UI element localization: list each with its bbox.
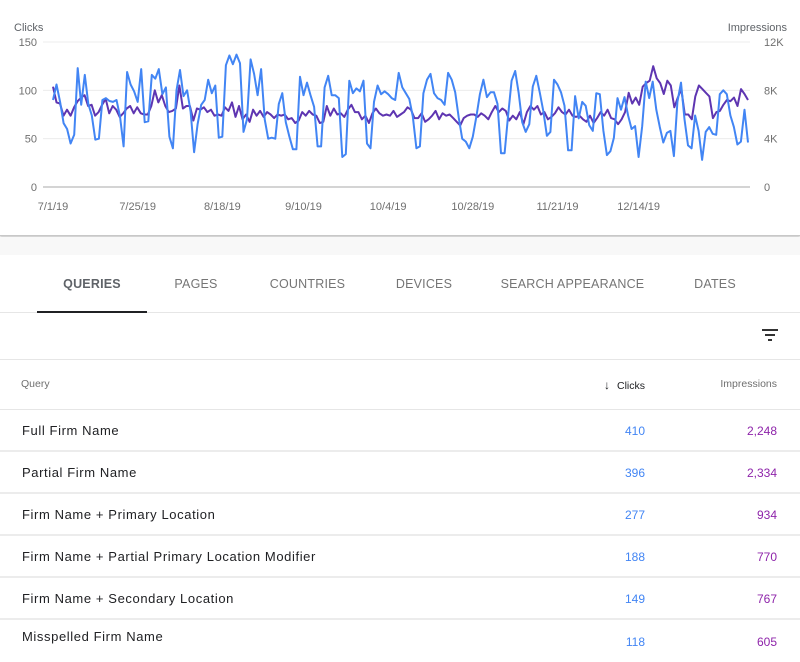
- x-axis-ticks: 7/1/19 7/25/19 8/18/19 9/10/19 10/4/19 1…: [38, 201, 660, 213]
- table-toolbar: [0, 313, 800, 360]
- table-row[interactable]: Misspelled Firm Name 118 605: [0, 620, 800, 662]
- left-axis-ticks: 0 50 100 150: [19, 37, 37, 194]
- left-tick: 0: [31, 182, 37, 194]
- tab-pages[interactable]: PAGES: [150, 255, 242, 313]
- impressions-cell: 2,334: [746, 466, 777, 480]
- tab-dates[interactable]: DATES: [670, 255, 760, 313]
- query-cell: Partial Firm Name: [22, 465, 137, 480]
- tab-queries[interactable]: QUERIES: [37, 255, 147, 313]
- left-tick: 50: [25, 134, 37, 146]
- x-tick: 10/4/19: [370, 201, 407, 213]
- table-row[interactable]: Firm Name + Primary Location 277 934: [0, 494, 800, 536]
- x-tick: 9/10/19: [285, 201, 322, 213]
- impressions-cell: 767: [756, 592, 777, 606]
- filter-button[interactable]: [760, 326, 782, 346]
- filter-list-icon: [762, 329, 778, 331]
- query-cell: Firm Name + Partial Primary Location Mod…: [22, 549, 316, 564]
- table-row[interactable]: Full Firm Name 410 2,248: [0, 410, 800, 452]
- query-cell: Misspelled Firm Name: [22, 629, 164, 644]
- clicks-cell: 149: [624, 592, 645, 606]
- query-cell: Full Firm Name: [22, 423, 120, 438]
- left-axis-title: Clicks: [14, 22, 44, 34]
- performance-chart[interactable]: Clicks Impressions 0 50 100 150 0 4K 8K …: [0, 0, 800, 236]
- column-header-clicks[interactable]: ↓ Clicks: [604, 378, 645, 392]
- section-divider: [0, 237, 800, 255]
- right-tick: 12K: [764, 37, 784, 49]
- x-tick: 10/28/19: [451, 201, 494, 213]
- x-tick: 12/14/19: [617, 201, 660, 213]
- left-tick: 100: [19, 85, 37, 97]
- x-tick: 7/1/19: [38, 201, 69, 213]
- clicks-cell: 396: [624, 466, 645, 480]
- impressions-cell: 2,248: [746, 424, 777, 438]
- right-axis-title: Impressions: [728, 22, 788, 34]
- tab-search-appearance[interactable]: SEARCH APPEARANCE: [490, 255, 655, 313]
- impressions-cell: 934: [756, 508, 777, 522]
- right-tick: 4K: [764, 134, 778, 146]
- table-row[interactable]: Partial Firm Name 396 2,334: [0, 452, 800, 494]
- x-tick: 11/21/19: [536, 201, 578, 213]
- impressions-cell: 770: [756, 550, 777, 564]
- column-header-clicks-label: Clicks: [617, 380, 645, 392]
- clicks-cell: 410: [624, 424, 645, 438]
- filter-list-icon-bottom: [768, 339, 772, 341]
- right-axis-ticks: 0 4K 8K 12K: [764, 37, 784, 194]
- tab-countries[interactable]: COUNTRIES: [250, 255, 365, 313]
- impressions-cell: 605: [756, 635, 777, 649]
- dimension-tabs: QUERIES PAGES COUNTRIES DEVICES SEARCH A…: [0, 255, 800, 313]
- arrow-downward-icon: ↓: [604, 378, 610, 392]
- right-tick: 0: [764, 182, 770, 194]
- clicks-cell: 188: [624, 550, 645, 564]
- column-header-query[interactable]: Query: [21, 378, 50, 390]
- clicks-series-line: [52, 53, 749, 161]
- table-header: Query ↓ Clicks Impressions: [0, 360, 800, 410]
- clicks-cell: 277: [624, 508, 645, 522]
- query-cell: Firm Name + Primary Location: [22, 507, 216, 522]
- table-row[interactable]: Firm Name + Secondary Location 149 767: [0, 578, 800, 620]
- right-tick: 8K: [764, 85, 778, 97]
- filter-list-icon-mid: [765, 334, 775, 336]
- x-tick: 8/18/19: [204, 201, 241, 213]
- query-cell: Firm Name + Secondary Location: [22, 591, 235, 606]
- column-header-impressions[interactable]: Impressions: [720, 378, 777, 390]
- tab-devices[interactable]: DEVICES: [375, 255, 473, 313]
- x-tick: 7/25/19: [119, 201, 156, 213]
- performance-chart-card: Clicks Impressions 0 50 100 150 0 4K 8K …: [0, 0, 800, 236]
- clicks-cell: 118: [625, 635, 645, 649]
- table-row[interactable]: Firm Name + Partial Primary Location Mod…: [0, 536, 800, 578]
- left-tick: 150: [19, 37, 37, 49]
